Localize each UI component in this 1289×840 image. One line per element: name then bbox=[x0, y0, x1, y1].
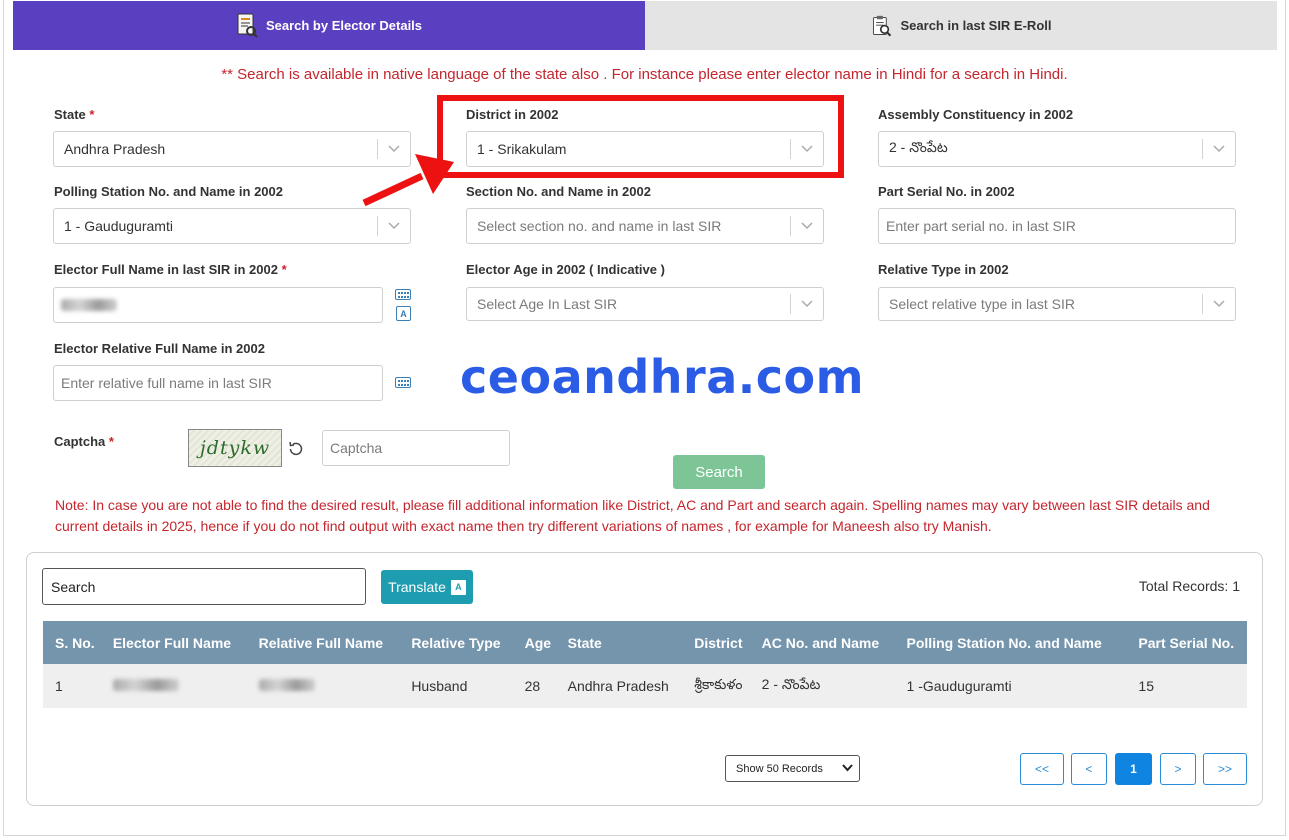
section-label: Section No. and Name in 2002 bbox=[466, 184, 651, 199]
required-mark: * bbox=[108, 434, 114, 449]
relative-name-placeholder: Enter relative full name in last SIR bbox=[61, 375, 272, 391]
part-serial-placeholder: Enter part serial no. in last SIR bbox=[886, 218, 1076, 234]
required-mark: * bbox=[89, 107, 95, 122]
elector-age-label: Elector Age in 2002 ( Indicative ) bbox=[466, 262, 665, 277]
keyboard-icon[interactable] bbox=[395, 377, 411, 388]
relative-type-select[interactable]: Select relative type in last SIR bbox=[878, 287, 1236, 321]
native-language-notice: ** Search is available in native languag… bbox=[221, 66, 1068, 83]
table-row[interactable]: 1 Husband 28 Andhra Pradesh శ్రీకాకుళం 2… bbox=[43, 664, 1247, 708]
tab-label: Search in last SIR E-Roll bbox=[900, 18, 1052, 33]
chevron-down-icon bbox=[791, 300, 823, 308]
cell-ac: 2 - నొంపేట bbox=[749, 664, 895, 708]
polling-station-value: 1 - Gauduguramti bbox=[64, 218, 173, 234]
results-search-input[interactable]: Search bbox=[42, 568, 366, 605]
captcha-label: Captcha * bbox=[54, 434, 114, 449]
section-placeholder: Select section no. and name in last SIR bbox=[477, 218, 722, 234]
cell-sno: 1 bbox=[43, 664, 101, 708]
column-header: Relative Type bbox=[399, 621, 513, 664]
document-search-icon bbox=[236, 13, 258, 39]
last-page-button[interactable]: >> bbox=[1203, 753, 1247, 785]
column-header: Relative Full Name bbox=[246, 621, 400, 664]
tab-label: Search by Elector Details bbox=[265, 18, 423, 33]
captcha-label-text: Captcha bbox=[54, 434, 106, 449]
relative-name-input[interactable]: Enter relative full name in last SIR bbox=[53, 365, 383, 401]
cell-relative-type: Husband bbox=[399, 664, 513, 708]
polling-station-label: Polling Station No. and Name in 2002 bbox=[54, 184, 283, 199]
translate-button[interactable]: Translate A bbox=[381, 570, 473, 604]
chevron-down-icon bbox=[1203, 300, 1235, 308]
column-header: District bbox=[682, 621, 750, 664]
elector-age-select[interactable]: Select Age In Last SIR bbox=[466, 287, 824, 321]
relative-type-placeholder: Select relative type in last SIR bbox=[889, 296, 1075, 312]
page-size-select[interactable]: Show 50 Records bbox=[725, 755, 860, 782]
cell-state: Andhra Pradesh bbox=[555, 664, 683, 708]
elector-name-input[interactable] bbox=[53, 287, 383, 323]
search-note: Note: In case you are not able to find t… bbox=[55, 497, 1210, 534]
next-page-button[interactable]: > bbox=[1160, 753, 1196, 785]
assembly-label: Assembly Constituency in 2002 bbox=[878, 107, 1074, 122]
state-value: Andhra Pradesh bbox=[64, 141, 166, 157]
column-header: AC No. and Name bbox=[749, 621, 895, 664]
search-button[interactable]: Search bbox=[673, 455, 765, 489]
column-header: State bbox=[555, 621, 683, 664]
state-label-text: State bbox=[54, 107, 86, 122]
search-tabs: Search by Elector Details Search in last… bbox=[13, 1, 1277, 50]
state-label: State * bbox=[54, 107, 94, 122]
section-select[interactable]: Select section no. and name in last SIR bbox=[466, 208, 824, 244]
chevron-down-icon bbox=[842, 763, 853, 775]
column-header: S. No. bbox=[43, 621, 101, 664]
cell-relative-name bbox=[246, 664, 400, 708]
chevron-down-icon bbox=[378, 222, 410, 230]
required-mark: * bbox=[281, 262, 287, 277]
column-header: Part Serial No. bbox=[1126, 621, 1247, 664]
part-serial-input[interactable]: Enter part serial no. in last SIR bbox=[878, 208, 1236, 244]
blurred-name-value bbox=[112, 679, 179, 691]
column-header: Elector Full Name bbox=[100, 621, 247, 664]
chevron-down-icon bbox=[791, 222, 823, 230]
elector-age-placeholder: Select Age In Last SIR bbox=[477, 296, 618, 312]
annotation-highlight-box bbox=[437, 95, 844, 178]
transliterate-icon[interactable]: A bbox=[396, 306, 411, 321]
page-1-button[interactable]: 1 bbox=[1115, 753, 1152, 785]
translate-label: Translate bbox=[388, 579, 446, 595]
part-serial-label: Part Serial No. in 2002 bbox=[878, 184, 1015, 199]
column-header: Polling Station No. and Name bbox=[894, 621, 1127, 664]
captcha-input[interactable]: Captcha bbox=[322, 430, 510, 466]
cell-district: శ్రీకాకుళం bbox=[682, 664, 750, 708]
keyboard-icon[interactable] bbox=[395, 289, 411, 300]
translate-icon: A bbox=[450, 579, 466, 595]
assembly-select[interactable]: 2 - నొంపేట bbox=[878, 131, 1236, 167]
tab-search-in-last-sir-eroll[interactable]: Search in last SIR E-Roll bbox=[645, 1, 1277, 50]
page-size-value: Show 50 Records bbox=[736, 762, 823, 775]
prev-page-button[interactable]: < bbox=[1071, 753, 1107, 785]
assembly-value: 2 - నొంపేట bbox=[889, 139, 948, 155]
column-header: Age bbox=[512, 621, 556, 664]
cell-part-serial: 15 bbox=[1126, 664, 1247, 708]
relative-name-label: Elector Relative Full Name in 2002 bbox=[54, 341, 265, 356]
state-select[interactable]: Andhra Pradesh bbox=[53, 131, 411, 167]
results-table: S. No. Elector Full Name Relative Full N… bbox=[43, 621, 1247, 708]
annotation-arrow-icon bbox=[362, 154, 454, 207]
captcha-image: jdtykw bbox=[188, 429, 282, 467]
tab-search-by-elector-details[interactable]: Search by Elector Details bbox=[13, 1, 645, 50]
relative-type-label: Relative Type in 2002 bbox=[878, 262, 1009, 277]
refresh-icon[interactable] bbox=[287, 440, 305, 458]
cell-elector-name bbox=[100, 664, 247, 708]
watermark-text: ceoandhra.com bbox=[460, 350, 865, 404]
total-records: Total Records: 1 bbox=[1138, 578, 1240, 594]
elector-name-label: Elector Full Name in last SIR in 2002 * bbox=[54, 262, 287, 277]
table-header-row: S. No. Elector Full Name Relative Full N… bbox=[43, 621, 1247, 664]
chevron-down-icon bbox=[1203, 145, 1235, 153]
blurred-name-value bbox=[258, 679, 315, 691]
polling-station-select[interactable]: 1 - Gauduguramti bbox=[53, 208, 411, 244]
first-page-button[interactable]: << bbox=[1020, 753, 1064, 785]
captcha-placeholder: Captcha bbox=[330, 440, 383, 456]
clipboard-search-icon bbox=[871, 13, 893, 39]
elector-name-label-text: Elector Full Name in last SIR in 2002 bbox=[54, 262, 278, 277]
cell-age: 28 bbox=[512, 664, 556, 708]
blurred-name-value bbox=[61, 299, 117, 311]
cell-polling-station: 1 -Gauduguramti bbox=[894, 664, 1127, 708]
